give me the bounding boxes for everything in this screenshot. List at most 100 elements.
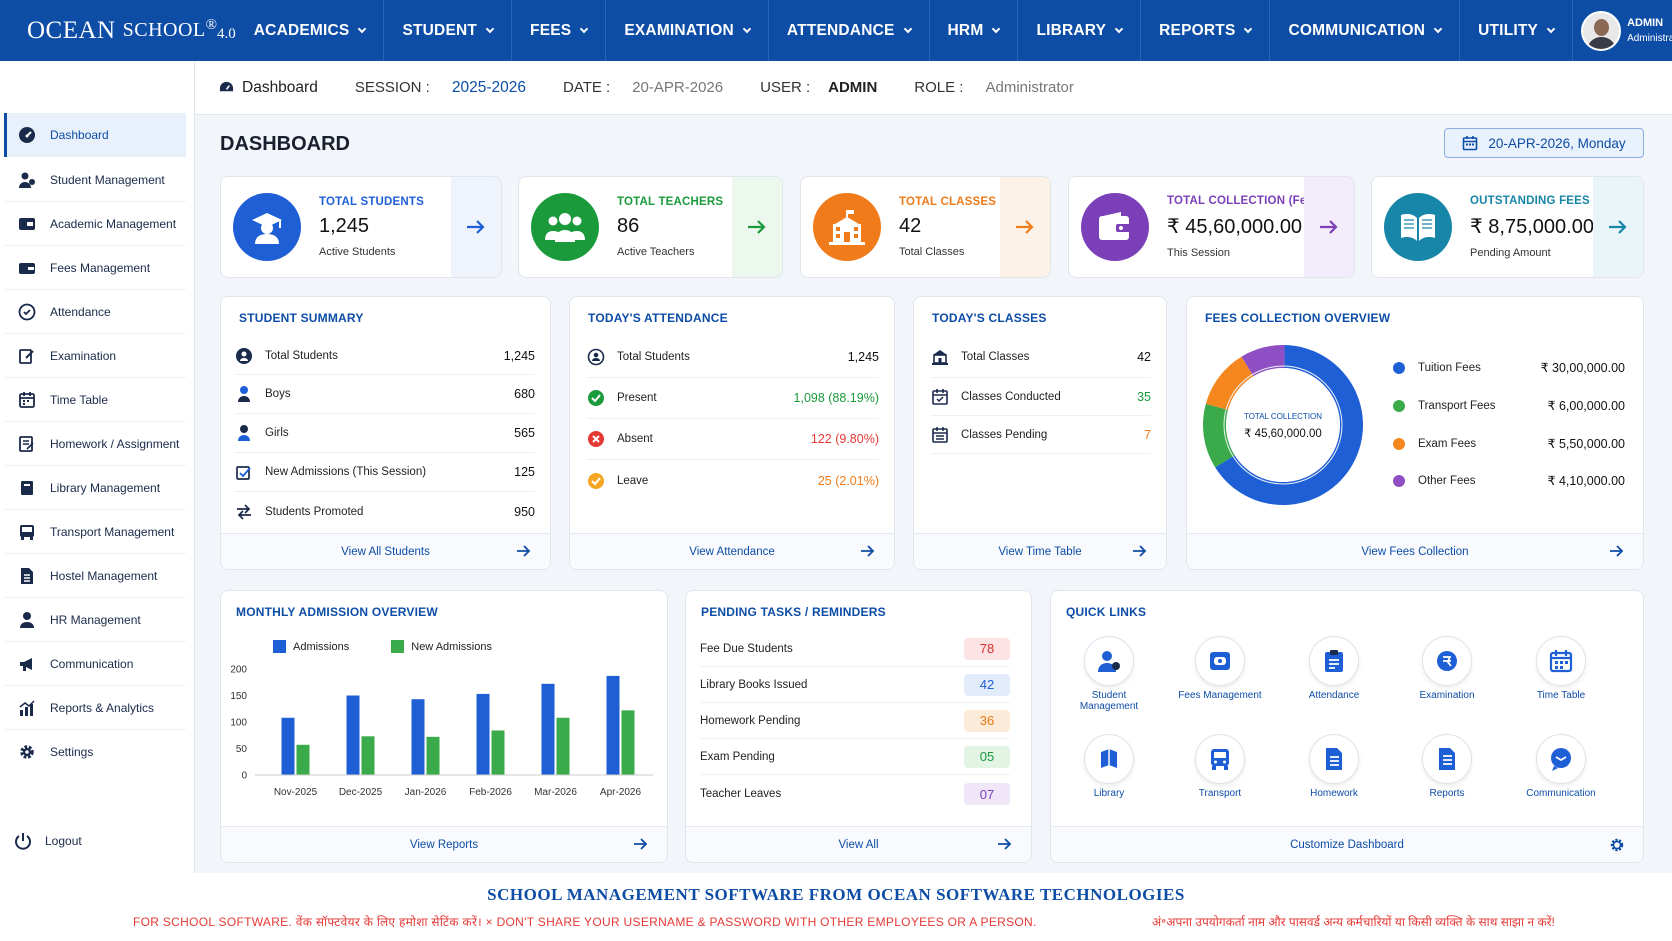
sidebar-item-label: Hostel Management bbox=[50, 568, 158, 583]
bar[interactable] bbox=[476, 693, 490, 775]
chevron-down-icon bbox=[1114, 24, 1124, 33]
sidebar-item-academic-management[interactable]: Academic Management bbox=[4, 202, 186, 246]
menu-academics[interactable]: ACADEMICS bbox=[236, 0, 385, 61]
quick-link-label: Homework bbox=[1310, 788, 1358, 799]
date-button[interactable]: 20-APR-2026, Monday bbox=[1444, 128, 1644, 158]
quick-link-label: Reports bbox=[1429, 788, 1465, 799]
quick-link-reports[interactable]: Reports bbox=[1401, 734, 1493, 799]
bar[interactable] bbox=[621, 710, 635, 775]
arrow-right-icon bbox=[1133, 545, 1147, 557]
bar[interactable] bbox=[541, 683, 555, 775]
footer-headline: SCHOOL MANAGEMENT SOFTWARE FROM OCEAN SO… bbox=[487, 885, 1185, 904]
quick-link-time-table[interactable]: Time Table bbox=[1515, 636, 1607, 701]
logout-button[interactable]: Logout bbox=[14, 832, 82, 850]
book-icon bbox=[21, 480, 33, 495]
sidebar-item-transport[interactable]: Transport Management bbox=[4, 510, 186, 554]
user-menu[interactable]: ADMIN Administrator bbox=[1573, 0, 1672, 61]
sidebar-item-dashboard[interactable]: Dashboard bbox=[4, 113, 186, 157]
footer-label: View All Students bbox=[341, 545, 430, 558]
arrow-right-icon[interactable] bbox=[1593, 177, 1643, 277]
footer-label: View Reports bbox=[409, 838, 479, 851]
bar[interactable] bbox=[556, 717, 570, 775]
menu-library[interactable]: LIBRARY bbox=[1018, 0, 1142, 61]
task-item-teacher-leaves[interactable]: Teacher Leaves 07 bbox=[700, 776, 1010, 812]
legend-value: ₹ 5,50,000.00 bbox=[1547, 437, 1625, 451]
gear-icon[interactable] bbox=[1609, 837, 1625, 853]
stat-card-total-collection[interactable]: TOTAL COLLECTION (Fees) ₹ 45,60,000.00 T… bbox=[1068, 176, 1355, 278]
menu-student[interactable]: STUDENT bbox=[384, 0, 513, 61]
edit-icon bbox=[19, 348, 34, 364]
sidebar-item-hostel[interactable]: Hostel Management bbox=[4, 554, 186, 598]
stat-card-total-teachers[interactable]: TOTAL TEACHERS 86 Active Teachers bbox=[518, 176, 783, 278]
legend-item-tuition: Tuition Fees ₹ 30,00,000.00 bbox=[1393, 360, 1625, 375]
sidebar-item-communication[interactable]: Communication bbox=[4, 642, 186, 686]
task-item-fee-due[interactable]: Fee Due Students 78 bbox=[700, 631, 1010, 667]
bar[interactable] bbox=[491, 730, 505, 775]
sidebar-item-reports[interactable]: Reports & Analytics bbox=[4, 686, 186, 730]
panel-title: TODAY'S CLASSES bbox=[932, 311, 1047, 325]
menu-utility[interactable]: UTILITY bbox=[1460, 0, 1574, 61]
date-button-label: 20-APR-2026, Monday bbox=[1488, 135, 1626, 151]
bar[interactable] bbox=[361, 736, 375, 775]
task-item-exam[interactable]: Exam Pending 05 bbox=[700, 739, 1010, 775]
sidebar-item-attendance[interactable]: Attendance bbox=[4, 290, 186, 334]
quick-link-homework[interactable]: Homework bbox=[1288, 734, 1380, 799]
quick-link-attendance[interactable]: Attendance bbox=[1288, 636, 1380, 701]
sidebar-item-examination[interactable]: Examination bbox=[4, 334, 186, 378]
menu-communication[interactable]: COMMUNICATION bbox=[1270, 0, 1461, 61]
menu-examination[interactable]: EXAMINATION bbox=[606, 0, 769, 61]
bar[interactable] bbox=[346, 695, 360, 776]
legend-label: Admissions bbox=[293, 640, 350, 653]
row-value: 25 (2.01%) bbox=[817, 473, 879, 488]
task-item-homework[interactable]: Homework Pending 36 bbox=[700, 703, 1010, 739]
menu-hrm[interactable]: HRM bbox=[930, 0, 1019, 61]
sidebar-item-time-table[interactable]: Time Table bbox=[4, 378, 186, 422]
sidebar-item-student-management[interactable]: Student Management bbox=[4, 158, 186, 202]
quick-link-label: Transport bbox=[1198, 788, 1242, 799]
stat-card-total-classes[interactable]: TOTAL CLASSES 42 Total Classes bbox=[800, 176, 1051, 278]
sidebar-item-homework[interactable]: Homework / Assignment bbox=[4, 422, 186, 466]
bar[interactable] bbox=[426, 736, 440, 775]
x-tick-label: Apr-2026 bbox=[600, 787, 642, 798]
sidebar-item-fees-management[interactable]: Fees Management bbox=[4, 246, 186, 290]
quick-link-student-management[interactable]: Student Management bbox=[1063, 636, 1155, 712]
sidebar-item-settings[interactable]: Settings bbox=[4, 730, 186, 774]
quick-link-communication[interactable]: Communication bbox=[1515, 734, 1607, 799]
view-all-students-link[interactable]: View All Students bbox=[221, 533, 550, 569]
student-icon bbox=[1084, 636, 1134, 686]
menu-attendance[interactable]: ATTENDANCE bbox=[769, 0, 930, 61]
view-time-table-link[interactable]: View Time Table bbox=[914, 533, 1166, 569]
session-value[interactable]: 2025-2026 bbox=[452, 79, 526, 97]
quick-link-examination[interactable]: Examination bbox=[1401, 636, 1493, 701]
menu-reports[interactable]: REPORTS bbox=[1141, 0, 1271, 61]
row-label: Total Students bbox=[617, 351, 690, 363]
arrow-right-icon[interactable] bbox=[1000, 177, 1050, 277]
row-value: 7 bbox=[1144, 427, 1151, 442]
menu-fees[interactable]: FEES bbox=[512, 0, 607, 61]
quick-link-library[interactable]: Library bbox=[1063, 734, 1155, 799]
view-all-tasks-link[interactable]: View All bbox=[686, 826, 1031, 862]
user-icon bbox=[20, 611, 34, 628]
bar[interactable] bbox=[296, 744, 310, 775]
view-attendance-link[interactable]: View Attendance bbox=[570, 533, 894, 569]
menu-label: COMMUNICATION bbox=[1288, 21, 1426, 39]
sidebar-item-hr[interactable]: HR Management bbox=[4, 598, 186, 642]
task-item-library-books[interactable]: Library Books Issued 42 bbox=[700, 667, 1010, 703]
sidebar-item-library[interactable]: Library Management bbox=[4, 466, 186, 510]
customize-dashboard-button[interactable]: Customize Dashboard bbox=[1051, 826, 1643, 862]
arrow-right-icon[interactable] bbox=[732, 177, 782, 277]
arrow-right-icon bbox=[634, 838, 648, 850]
arrow-right-icon[interactable] bbox=[451, 177, 501, 277]
stat-card-outstanding-fees[interactable]: OUTSTANDING FEES ₹ 8,75,000.00 Pending A… bbox=[1371, 176, 1644, 278]
quick-link-transport[interactable]: Transport bbox=[1174, 734, 1266, 799]
view-reports-link[interactable]: View Reports bbox=[221, 826, 667, 862]
bar[interactable] bbox=[606, 675, 620, 775]
quick-link-fees-management[interactable]: Fees Management bbox=[1174, 636, 1266, 701]
brand-logo[interactable]: OCEAN SCHOOL ® 4.0 bbox=[0, 0, 236, 61]
legend-value: ₹ 30,00,000.00 bbox=[1540, 361, 1625, 375]
view-fees-collection-link[interactable]: View Fees Collection bbox=[1187, 533, 1643, 569]
bar[interactable] bbox=[411, 699, 425, 775]
bar[interactable] bbox=[281, 717, 295, 775]
arrow-right-icon[interactable] bbox=[1304, 177, 1354, 277]
stat-card-total-students[interactable]: TOTAL STUDENTS 1,245 Active Students bbox=[220, 176, 502, 278]
